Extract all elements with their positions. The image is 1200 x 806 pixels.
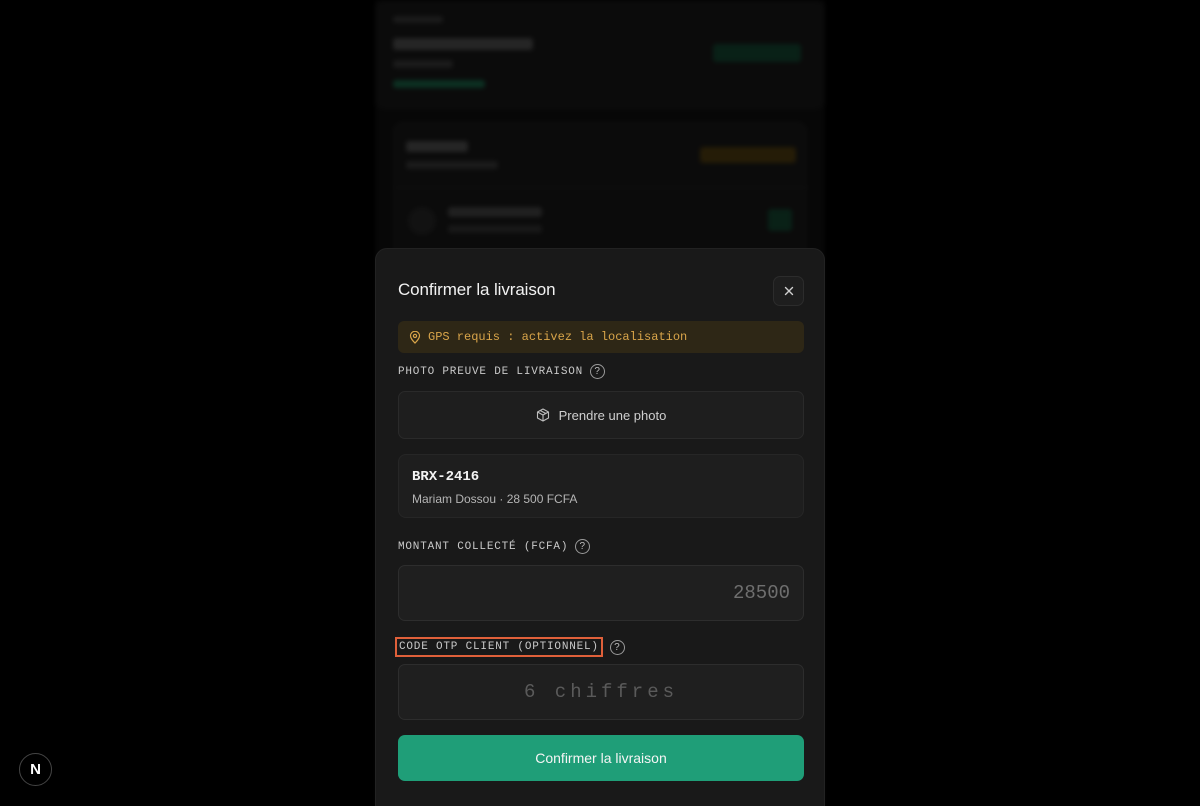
confirm-delivery-button[interactable]: Confirmer la livraison — [398, 735, 804, 781]
x-icon — [784, 286, 793, 296]
take-photo-label: Prendre une photo — [558, 407, 667, 423]
order-id: BRX-2416 — [412, 469, 480, 485]
take-photo-button[interactable]: Prendre une photo — [398, 391, 804, 439]
confirm-delivery-modal: Confirmer la livraison GPS requis : acti… — [375, 248, 825, 806]
gps-warning-text: GPS requis : activez la localisation — [428, 330, 688, 344]
close-button[interactable] — [773, 276, 804, 306]
gps-warning-banner: GPS requis : activez la localisation — [398, 321, 804, 353]
order-summary-card: BRX-2416 Mariam Dossou · 28 500 FCFA — [398, 454, 804, 518]
otp-label: CODE OTP CLIENT (OPTIONNEL) ? — [395, 637, 625, 657]
amount-label-text: MONTANT COLLECTÉ (FCFA) — [398, 540, 569, 553]
amount-input[interactable] — [398, 565, 804, 621]
photo-proof-label: PHOTO PREUVE DE LIVRAISON ? — [398, 364, 606, 379]
help-icon[interactable]: ? — [590, 364, 606, 379]
otp-label-text: CODE OTP CLIENT (OPTIONNEL) — [395, 637, 603, 657]
help-icon[interactable]: ? — [575, 539, 591, 554]
photo-proof-label-text: PHOTO PREUVE DE LIVRAISON — [398, 365, 584, 378]
location-pin-icon — [409, 330, 421, 344]
amount-label: MONTANT COLLECTÉ (FCFA) ? — [398, 539, 591, 554]
otp-input[interactable] — [398, 664, 804, 720]
camera-box-icon — [536, 408, 549, 422]
help-icon[interactable]: ? — [609, 639, 625, 655]
nextjs-logo-icon: N — [30, 761, 41, 778]
order-summary: Mariam Dossou · 28 500 FCFA — [412, 492, 578, 506]
modal-title: Confirmer la livraison — [398, 280, 556, 299]
nextjs-devtools-button[interactable]: N — [19, 753, 52, 786]
